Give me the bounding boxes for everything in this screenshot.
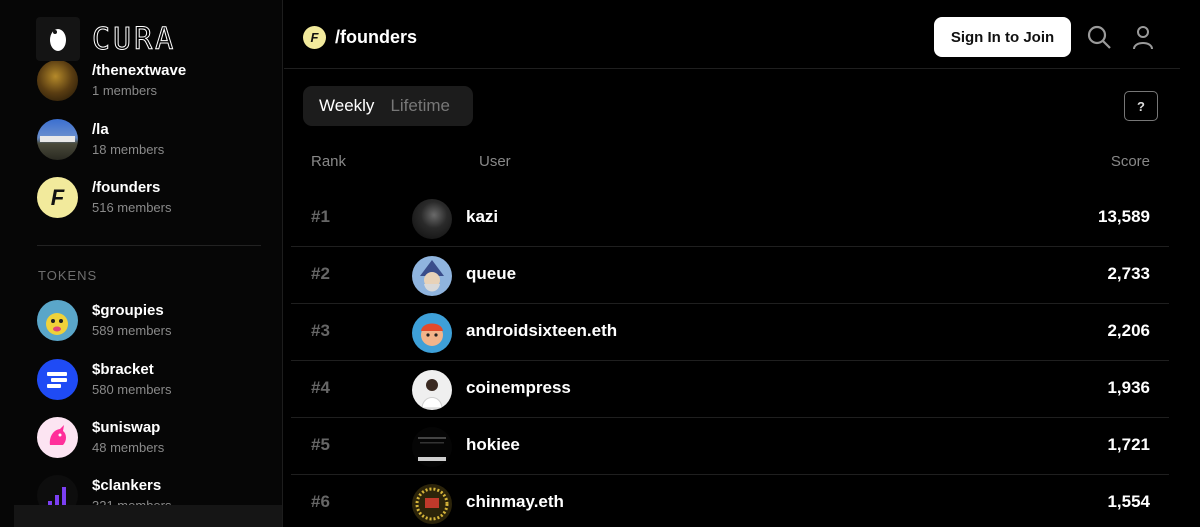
sidebar-item-label: $groupies [92,302,164,319]
table-row[interactable]: #3 androidsixteen.eth 2,206 [291,304,1169,361]
unicorn-icon [37,417,78,458]
user-name[interactable]: hokiee [466,435,520,455]
score-cell: 13,589 [1098,207,1150,226]
channel-title: /founders [335,27,418,47]
rank-cell: #2 [311,264,330,283]
sidebar-bottom-bar [14,505,282,527]
user-avatar [412,484,452,524]
sidebar-item-count: 589 members [92,323,172,338]
table-row[interactable]: #4 coinempress 1,936 [291,361,1169,418]
user-name[interactable]: kazi [466,207,498,227]
rank-cell: #5 [311,435,330,454]
sidebar-item-count: 18 members [92,142,165,157]
table-row[interactable]: #6 chinmay.eth 1,554 [291,475,1169,527]
founders-badge-letter: F [50,184,65,210]
user-name[interactable]: androidsixteen.eth [466,321,617,341]
column-header-score: Score [1110,153,1150,170]
user-avatar [412,256,452,296]
sidebar-item-label: /la [92,121,109,138]
score-cell: 2,206 [1107,321,1150,340]
sidebar: CURA /thenextwave 1 members /la 18 membe… [0,0,283,527]
sidebar-item-label: /thenextwave [92,62,187,79]
user-avatar [412,370,452,410]
score-cell: 1,721 [1107,435,1150,454]
rank-cell: #1 [311,207,330,226]
user-avatar [412,313,452,353]
sidebar-item-label: $bracket [92,361,154,378]
table-row[interactable]: #1 kazi 13,589 [291,190,1169,247]
channel-badge: F [303,26,326,49]
column-header-rank: Rank [311,153,347,170]
tab-weekly[interactable]: Weekly [319,96,374,116]
sidebar-item-label: /founders [92,179,161,196]
user-icon[interactable] [1129,23,1157,51]
rank-cell: #3 [311,321,330,340]
score-cell: 2,733 [1107,264,1150,283]
user-name[interactable]: chinmay.eth [466,492,564,512]
sidebar-token-groupies[interactable]: $groupies 589 members [37,300,171,341]
sidebar-channel-la[interactable]: /la 18 members [37,119,164,160]
sign-in-button[interactable]: Sign In to Join [934,17,1071,57]
top-bar: F /founders Sign In to Join [284,0,1180,69]
token-avatar [37,359,78,400]
sidebar-item-count: 48 members [92,440,165,455]
tab-lifetime[interactable]: Lifetime [390,96,450,116]
channel-avatar [37,119,78,160]
table-row[interactable]: #2 queue 2,733 [291,247,1169,304]
brand-name: CURA [91,22,177,58]
help-button[interactable]: ? [1124,91,1158,121]
rank-cell: #6 [311,492,330,511]
tokens-section-label: TOKENS [38,268,98,283]
sidebar-token-bracket[interactable]: $bracket 580 members [37,359,171,400]
sidebar-item-count: 1 members [92,83,158,98]
sidebar-divider [37,245,261,246]
user-name[interactable]: queue [466,264,516,284]
sidebar-item-count: 516 members [92,200,172,215]
score-cell: 1,936 [1107,378,1150,397]
user-name[interactable]: coinempress [466,378,571,398]
sidebar-channel-thenextwave[interactable]: /thenextwave 1 members [37,60,186,101]
sidebar-item-label: $uniswap [92,419,161,436]
channel-avatar [37,60,78,101]
search-icon[interactable] [1085,23,1113,51]
sidebar-item-label: $clankers [92,477,162,494]
score-cell: 1,554 [1107,492,1150,511]
user-avatar [412,427,452,467]
founders-badge: F [37,177,78,218]
table-row[interactable]: #5 hokiee 1,721 [291,418,1169,475]
channel-header: F /founders [303,26,417,49]
token-avatar [37,300,78,341]
sidebar-token-uniswap[interactable]: $uniswap 48 members [37,417,164,458]
user-avatar [412,199,452,239]
logo[interactable] [36,17,80,61]
rank-cell: #4 [311,378,330,397]
period-tabs: Weekly Lifetime [303,86,473,126]
column-header-user: User [479,153,511,170]
sidebar-item-count: 580 members [92,382,172,397]
sidebar-channel-founders[interactable]: F /founders 516 members [37,177,171,218]
